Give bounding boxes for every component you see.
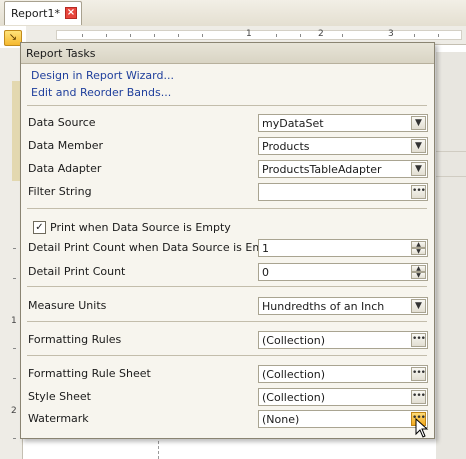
formatting-rules-label: Formatting Rules xyxy=(28,333,122,346)
report-tasks-panel: Report Tasks Design in Report Wizard... … xyxy=(20,42,435,439)
chevron-down-icon[interactable]: ▼ xyxy=(411,116,426,130)
detail-print-count-empty-value: 1 xyxy=(262,242,269,255)
data-adapter-label: Data Adapter xyxy=(28,162,102,175)
divider xyxy=(27,286,427,287)
ruler-number: 1 xyxy=(246,29,252,39)
edit-and-reorder-bands-link[interactable]: Edit and Reorder Bands... xyxy=(31,86,171,99)
watermark-field[interactable]: (None) ••• xyxy=(258,410,428,428)
detail-print-count-spinner[interactable]: 0 ▲ ▼ xyxy=(258,263,428,281)
formatting-rules-value: (Collection) xyxy=(262,334,325,347)
style-sheet-field[interactable]: (Collection) ••• xyxy=(258,388,428,406)
canvas-margin xyxy=(436,52,466,459)
detail-print-count-empty-spinner[interactable]: 1 ▲ ▼ xyxy=(258,239,428,257)
ellipsis-icon[interactable]: ••• xyxy=(411,390,426,404)
style-sheet-label: Style Sheet xyxy=(28,390,91,403)
measure-units-value: Hundredths of an Inch xyxy=(262,300,385,313)
data-member-label: Data Member xyxy=(28,139,104,152)
data-source-combobox[interactable]: myDataSet ▼ xyxy=(258,114,428,132)
data-source-value: myDataSet xyxy=(262,117,324,130)
filter-string-label: Filter String xyxy=(28,185,92,198)
band-marker xyxy=(12,81,20,181)
document-tab-strip: Report1* × xyxy=(0,0,466,27)
ellipsis-icon[interactable]: ••• xyxy=(411,185,426,199)
data-member-combobox[interactable]: Products ▼ xyxy=(258,137,428,155)
divider xyxy=(27,355,427,356)
watermark-label: Watermark xyxy=(28,412,89,425)
spin-buttons: ▲ ▼ xyxy=(411,265,426,279)
panel-header: Report Tasks xyxy=(21,43,434,64)
detail-print-count-empty-label: Detail Print Count when Data Source is E… xyxy=(28,241,281,254)
spin-down-icon[interactable]: ▼ xyxy=(411,272,426,279)
formatting-rule-sheet-field[interactable]: (Collection) ••• xyxy=(258,365,428,383)
data-source-label: Data Source xyxy=(28,116,96,129)
formatting-rules-field[interactable]: (Collection) ••• xyxy=(258,331,428,349)
chevron-down-icon[interactable]: ▼ xyxy=(411,139,426,153)
ellipsis-icon[interactable]: ••• xyxy=(411,333,426,347)
ruler-number: 1 xyxy=(11,316,17,326)
spin-buttons: ▲ ▼ xyxy=(411,241,426,255)
panel-title: Report Tasks xyxy=(26,47,96,60)
print-when-empty-checkbox[interactable]: ✓ xyxy=(33,221,46,234)
detail-print-count-value: 0 xyxy=(262,266,269,279)
detail-print-count-label: Detail Print Count xyxy=(28,265,126,278)
design-in-report-wizard-link[interactable]: Design in Report Wizard... xyxy=(31,69,174,82)
ruler-number: 2 xyxy=(11,406,17,416)
print-when-empty-label: Print when Data Source is Empty xyxy=(50,221,231,234)
spin-up-icon[interactable]: ▲ xyxy=(411,265,426,272)
chevron-down-icon[interactable]: ▼ xyxy=(411,299,426,313)
formatting-rule-sheet-value: (Collection) xyxy=(262,368,325,381)
data-member-value: Products xyxy=(262,140,310,153)
watermark-value: (None) xyxy=(262,413,300,426)
document-tab-report1[interactable]: Report1* × xyxy=(4,1,82,25)
close-icon[interactable]: × xyxy=(65,7,77,19)
data-adapter-combobox[interactable]: ProductsTableAdapter ▼ xyxy=(258,160,428,178)
style-sheet-value: (Collection) xyxy=(262,391,325,404)
chevron-down-icon[interactable]: ▼ xyxy=(411,162,426,176)
ellipsis-icon[interactable]: ••• xyxy=(411,367,426,381)
document-tab-label: Report1* xyxy=(11,7,60,20)
formatting-rule-sheet-label: Formatting Rule Sheet xyxy=(28,367,151,380)
data-adapter-value: ProductsTableAdapter xyxy=(262,163,382,176)
mouse-pointer-icon xyxy=(415,418,429,438)
filter-string-field[interactable]: ••• xyxy=(258,183,428,201)
divider xyxy=(27,321,427,322)
measure-units-label: Measure Units xyxy=(28,299,107,312)
divider xyxy=(27,208,427,209)
spin-down-icon[interactable]: ▼ xyxy=(411,248,426,255)
ruler-number: 2 xyxy=(318,29,324,39)
spin-up-icon[interactable]: ▲ xyxy=(411,241,426,248)
ruler-number: 3 xyxy=(388,29,394,39)
measure-units-combobox[interactable]: Hundredths of an Inch ▼ xyxy=(258,297,428,315)
divider xyxy=(27,105,427,106)
